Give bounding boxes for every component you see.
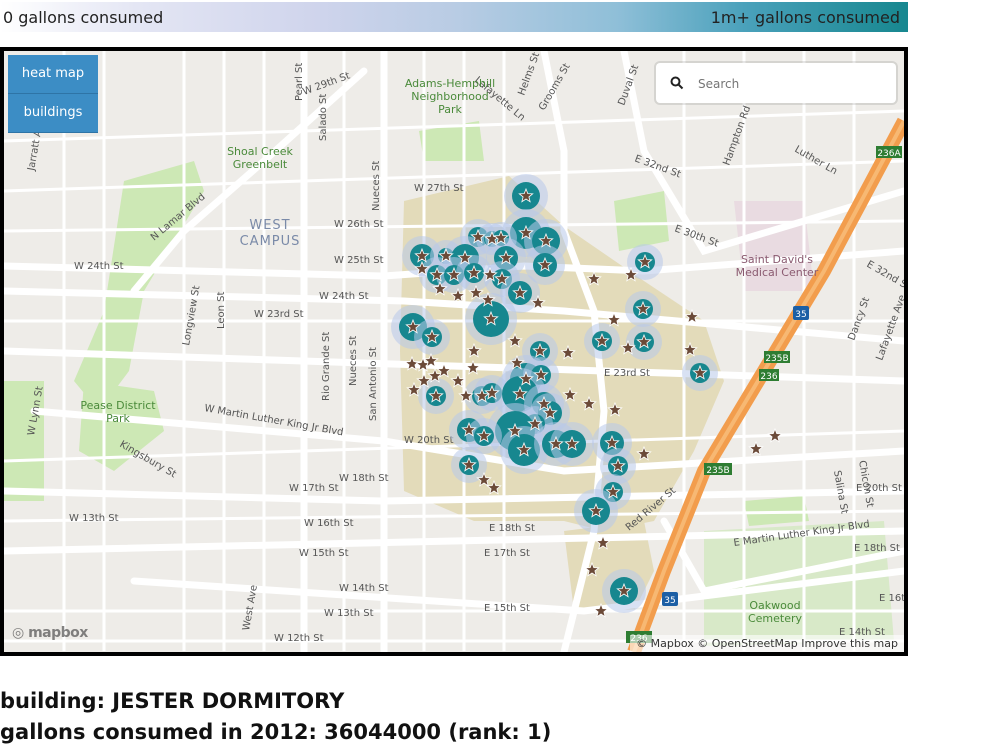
consumption-legend: 0 gallons consumed 1m+ gallons consumed <box>0 2 908 32</box>
svg-text:Helms St: Helms St <box>516 51 542 97</box>
search-input[interactable] <box>696 72 890 96</box>
svg-text:Park: Park <box>438 103 462 116</box>
svg-text:E 18th St: E 18th St <box>489 523 535 534</box>
svg-text:W 14th St: W 14th St <box>339 583 389 594</box>
svg-text:Hampton Rd: Hampton Rd <box>721 104 753 167</box>
svg-text:236: 236 <box>760 372 777 382</box>
svg-text:35: 35 <box>795 310 806 320</box>
svg-text:Salado St: Salado St <box>318 94 329 141</box>
svg-text:Nueces St: Nueces St <box>348 336 359 386</box>
svg-text:W 20th St: W 20th St <box>404 435 454 446</box>
svg-text:E 17th St: E 17th St <box>484 548 530 559</box>
green-area-1 <box>614 191 669 251</box>
svg-text:Duval St: Duval St <box>616 63 641 107</box>
svg-text:W 26th St: W 26th St <box>334 219 384 230</box>
svg-text:Lafayette Ave: Lafayette Ave <box>874 293 904 362</box>
svg-text:Oakwood: Oakwood <box>749 599 800 612</box>
svg-text:Park: Park <box>106 412 130 425</box>
svg-text:W 23rd St: W 23rd St <box>254 309 304 320</box>
svg-text:WEST: WEST <box>249 218 290 233</box>
svg-text:35: 35 <box>664 596 675 606</box>
svg-text:W 24th St: W 24th St <box>74 261 124 272</box>
svg-text:Shoal Creek: Shoal Creek <box>227 145 293 158</box>
svg-text:235B: 235B <box>706 466 729 476</box>
exit-235b-2: 235B <box>704 463 732 476</box>
svg-text:Medical Center: Medical Center <box>736 266 819 279</box>
svg-text:Adams-Hemphill: Adams-Hemphill <box>405 77 495 90</box>
svg-text:Greenbelt: Greenbelt <box>233 158 288 171</box>
svg-text:W 13th St: W 13th St <box>324 608 374 619</box>
map-frame: 35 35 235B 236 236A 235B 236 W 29th St W… <box>0 47 908 656</box>
svg-text:Pease District: Pease District <box>80 399 156 412</box>
svg-text:W 15th St: W 15th St <box>299 548 349 559</box>
exit-236a: 236A <box>876 146 902 159</box>
i35-shield-2: 35 <box>662 592 678 606</box>
building-name: building: JESTER DORMITORY <box>0 689 345 713</box>
svg-text:Cemetery: Cemetery <box>748 612 803 625</box>
mapbox-logo[interactable]: ◎ mapbox <box>12 625 88 641</box>
svg-text:Nueces St: Nueces St <box>371 161 382 211</box>
svg-text:E 23rd St: E 23rd St <box>604 368 650 379</box>
legend-low-label: 0 gallons consumed <box>3 8 164 27</box>
building-star-icon[interactable] <box>767 427 783 443</box>
svg-text:CAMPUS: CAMPUS <box>240 234 301 249</box>
building-star-icon[interactable] <box>748 440 764 456</box>
map-canvas[interactable]: 35 35 235B 236 236A 235B 236 W 29th St W… <box>4 51 904 652</box>
svg-text:W 16th St: W 16th St <box>304 518 354 529</box>
heatmap-toggle-button[interactable]: heat map <box>8 55 98 94</box>
svg-text:Leon St: Leon St <box>216 291 227 329</box>
map-attribution[interactable]: © Mapbox © OpenStreetMap Improve this ma… <box>630 635 904 652</box>
svg-text:W 17th St: W 17th St <box>289 483 339 494</box>
svg-text:W 13th St: W 13th St <box>69 513 119 524</box>
svg-text:Luther Ln: Luther Ln <box>793 144 840 177</box>
svg-text:W 12th St: W 12th St <box>274 633 324 644</box>
mapbox-logo-icon: ◎ <box>12 625 24 641</box>
building-consumption: gallons consumed in 2012: 36044000 (rank… <box>0 720 552 744</box>
search-box[interactable] <box>656 63 896 103</box>
svg-text:Neighborhood: Neighborhood <box>411 90 488 103</box>
svg-text:W 18th St: W 18th St <box>339 473 389 484</box>
map-base: 35 35 235B 236 236A 235B 236 W 29th St W… <box>4 51 904 652</box>
svg-text:E 30th St: E 30th St <box>673 223 720 249</box>
buildings-toggle-button[interactable]: buildings <box>8 94 98 133</box>
svg-text:San Antonio St: San Antonio St <box>368 347 379 421</box>
svg-text:E 32nd St: E 32nd St <box>865 259 905 293</box>
svg-text:Rio Grande St: Rio Grande St <box>321 332 332 401</box>
svg-text:E 16th: E 16th <box>879 593 904 604</box>
legend-high-label: 1m+ gallons consumed <box>710 8 900 27</box>
i35-shield-1: 35 <box>793 306 809 320</box>
svg-text:Pearl St: Pearl St <box>294 63 305 101</box>
building-info: building: JESTER DORMITORY gallons consu… <box>0 686 551 748</box>
svg-text:235B: 235B <box>765 354 788 364</box>
exit-235b: 235B <box>764 351 790 364</box>
svg-text:W 25th St: W 25th St <box>334 255 384 266</box>
svg-text:236A: 236A <box>877 149 901 159</box>
svg-text:E 15th St: E 15th St <box>484 603 530 614</box>
svg-text:E 18th St: E 18th St <box>854 543 900 554</box>
svg-text:Saint David's: Saint David's <box>741 253 813 266</box>
svg-text:W 27th St: W 27th St <box>414 183 464 194</box>
exit-236: 236 <box>759 369 779 382</box>
search-icon <box>670 76 684 90</box>
svg-text:W 24th St: W 24th St <box>319 291 369 302</box>
